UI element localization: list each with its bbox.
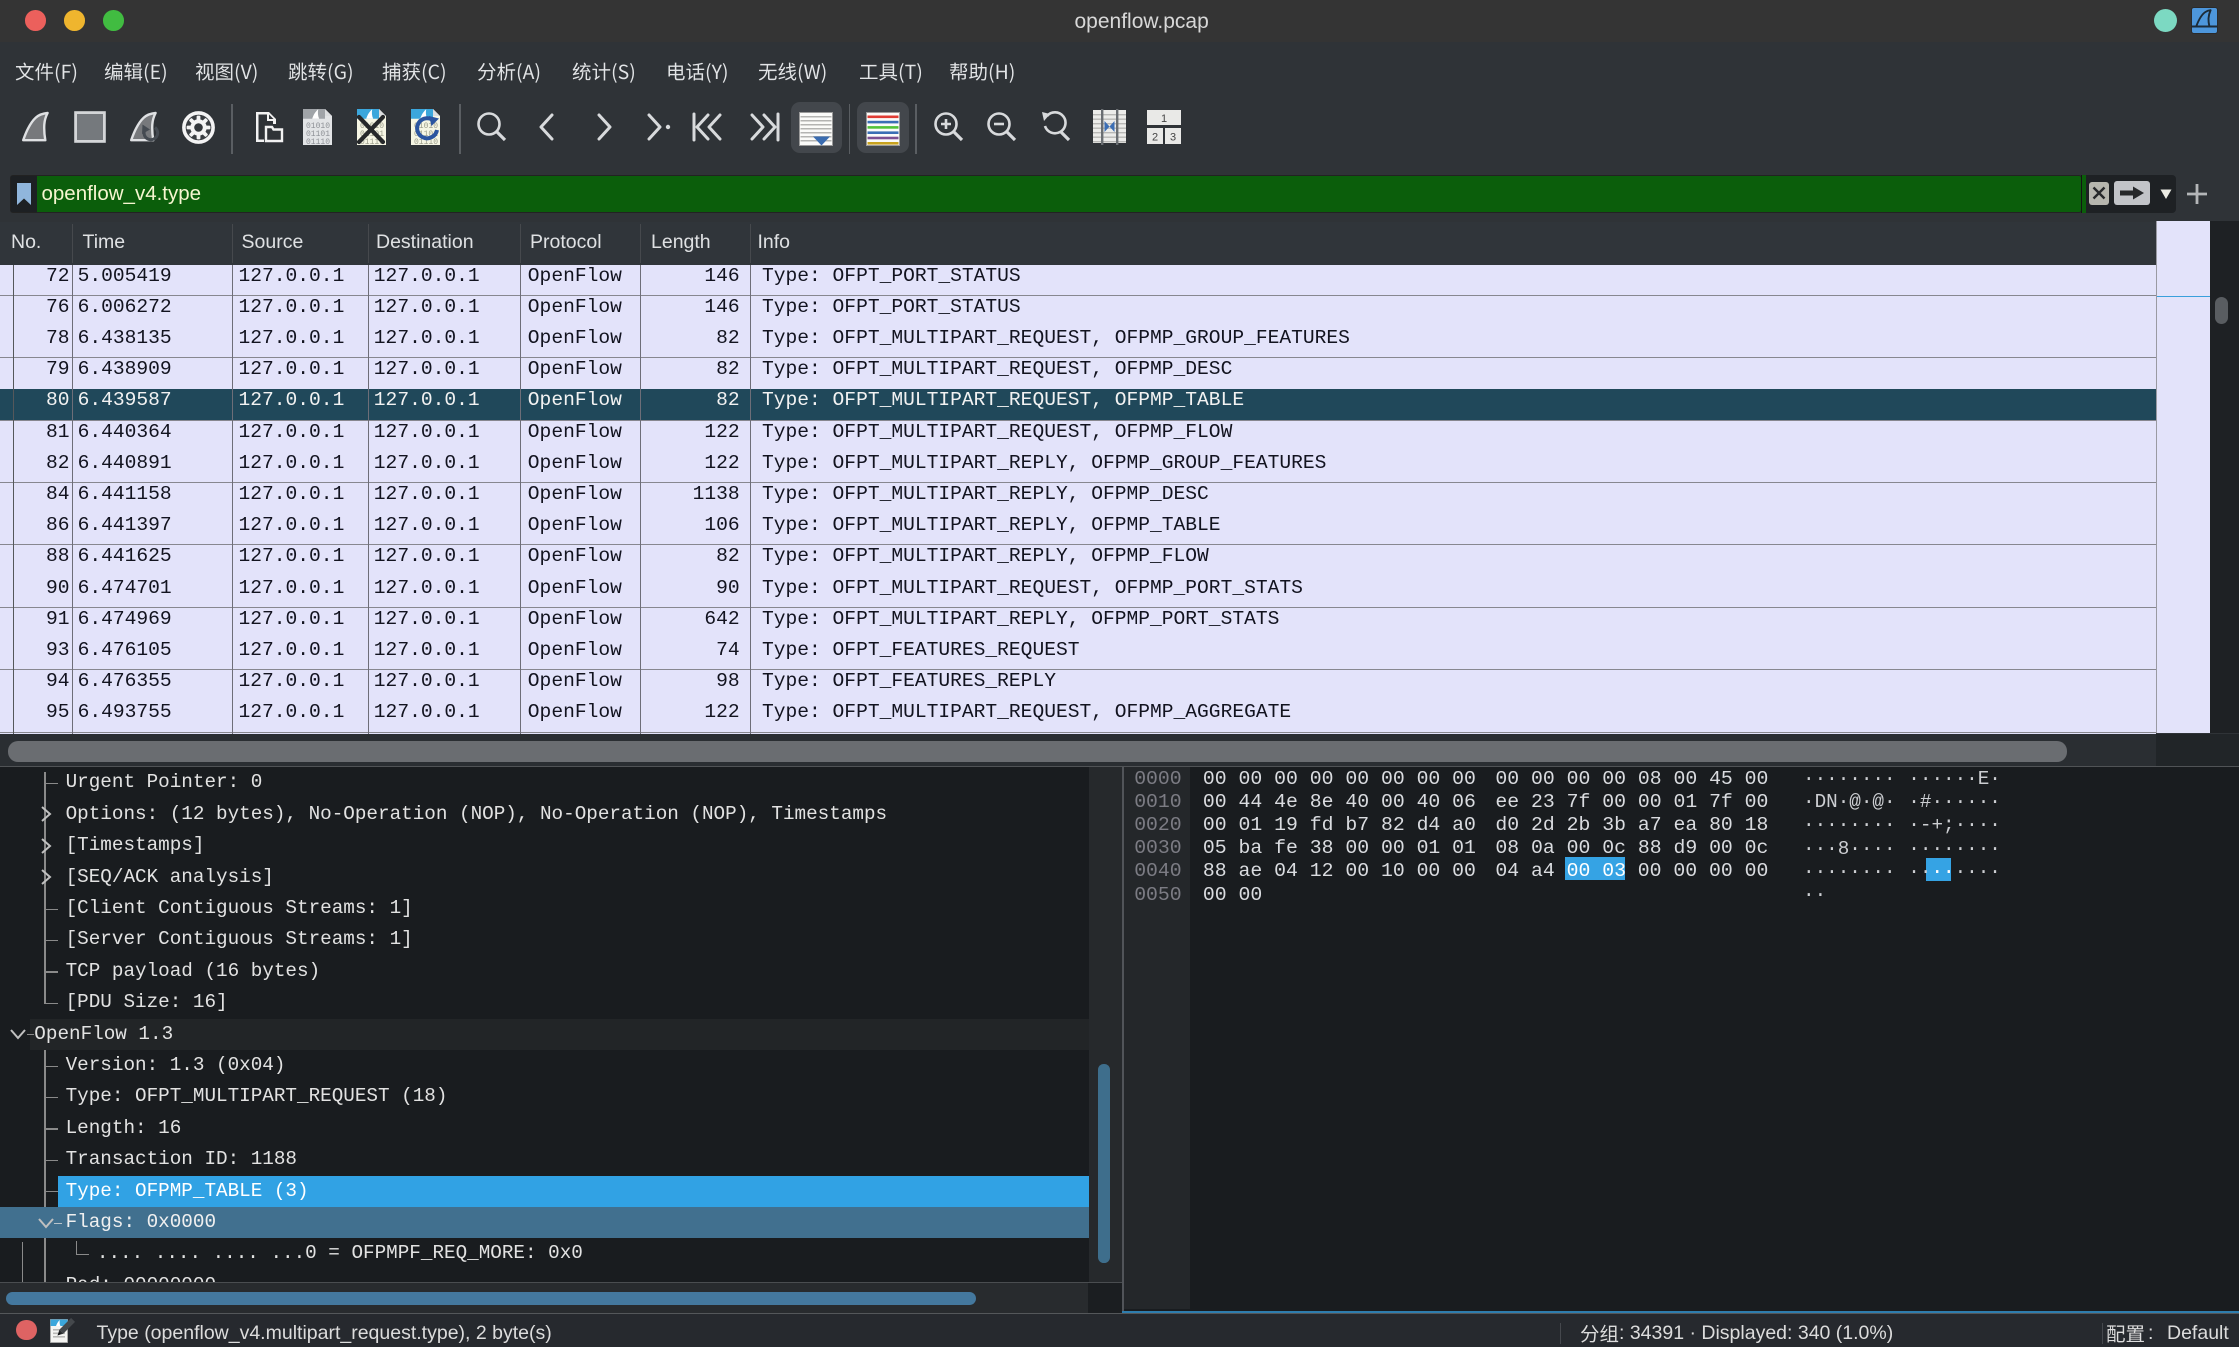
- svg-text:3: 3: [1170, 132, 1176, 144]
- svg-text:01110: 01110: [306, 138, 330, 146]
- svg-text:2: 2: [1152, 132, 1158, 144]
- svg-text:1: 1: [1161, 113, 1167, 125]
